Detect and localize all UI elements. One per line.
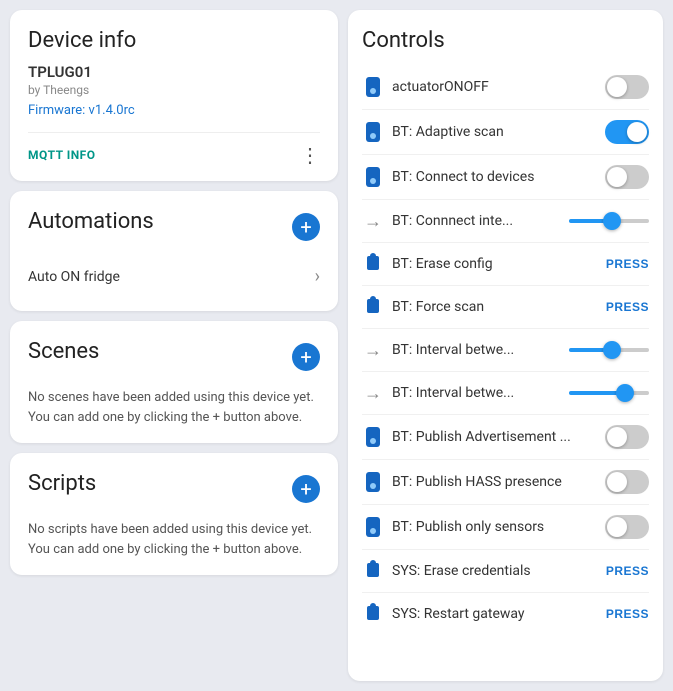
control-row: BT: Adaptive scan [362, 110, 649, 155]
controls-list: actuatorONOFF BT: Adaptive scan BT: Connec… [362, 65, 649, 635]
mobile-icon [366, 427, 380, 447]
touch-icon [364, 252, 382, 276]
automations-header: Automations + [28, 209, 320, 244]
control-row: BT: Force scan PRESS [362, 286, 649, 329]
touch-icon [364, 559, 382, 583]
arrow-icon: → [364, 211, 382, 232]
control-row: BT: Publish Advertisement ... [362, 415, 649, 460]
add-script-button[interactable]: + [292, 475, 320, 503]
control-row: BT: Connect to devices [362, 155, 649, 200]
scenes-title: Scenes [28, 339, 99, 364]
press-button[interactable]: PRESS [606, 300, 649, 314]
control-label: BT: Interval betwe... [392, 385, 561, 401]
control-row: BT: Publish HASS presence [362, 460, 649, 505]
control-label: SYS: Erase credentials [392, 563, 598, 579]
control-row: → BT: Interval betwe... [362, 329, 649, 372]
mobile-icon [366, 472, 380, 492]
scenes-card: Scenes + No scenes have been added using… [10, 321, 338, 443]
automations-title: Automations [28, 209, 154, 234]
slider-wrap [569, 219, 649, 223]
slider-input[interactable] [569, 219, 649, 223]
mobile-icon [366, 77, 380, 97]
toggle-switch[interactable] [605, 165, 649, 189]
touch-icon [364, 602, 382, 626]
arrow-icon: → [364, 383, 382, 404]
toggle-switch[interactable] [605, 75, 649, 99]
mqtt-info-link[interactable]: MQTT INFO [28, 148, 96, 162]
automations-card: Automations + Auto ON fridge › [10, 191, 338, 311]
control-label: BT: Force scan [392, 299, 598, 315]
toggle-switch[interactable] [605, 120, 649, 144]
control-label: BT: Publish HASS presence [392, 474, 597, 490]
control-row: → BT: Connnect inte... [362, 200, 649, 243]
arrow-icon: → [364, 340, 382, 361]
device-info-card: Device info TPLUG01 by Theengs Firmware:… [10, 10, 338, 181]
control-label: BT: Connect to devices [392, 169, 597, 185]
mobile-icon [366, 122, 380, 142]
automation-label: Auto ON fridge [28, 269, 120, 285]
control-row: BT: Erase config PRESS [362, 243, 649, 286]
slider-wrap [569, 348, 649, 352]
firmware-version: v1.4.0rc [89, 103, 135, 118]
scenes-description: No scenes have been added using this dev… [28, 388, 320, 427]
control-row: BT: Publish only sensors [362, 505, 649, 550]
device-info-footer: MQTT INFO ⋮ [28, 132, 320, 165]
automation-list-item[interactable]: Auto ON fridge › [28, 258, 320, 295]
toggle-switch[interactable] [605, 425, 649, 449]
controls-title: Controls [362, 28, 649, 53]
chevron-right-icon: › [315, 266, 320, 287]
press-button[interactable]: PRESS [606, 564, 649, 578]
more-options-icon[interactable]: ⋮ [300, 145, 320, 165]
slider-input[interactable] [569, 348, 649, 352]
control-label: BT: Interval betwe... [392, 342, 561, 358]
scripts-card: Scripts + No scripts have been added usi… [10, 453, 338, 575]
slider-wrap [569, 391, 649, 395]
firmware-label: Firmware: [28, 103, 89, 118]
control-label: BT: Connnect inte... [392, 213, 561, 229]
device-info-title: Device info [28, 28, 320, 53]
control-label: BT: Adaptive scan [392, 124, 597, 140]
toggle-switch[interactable] [605, 470, 649, 494]
control-row: SYS: Erase credentials PRESS [362, 550, 649, 593]
control-label: BT: Erase config [392, 256, 598, 272]
device-name: TPLUG01 [28, 63, 320, 81]
scripts-header: Scripts + [28, 471, 320, 506]
add-automation-button[interactable]: + [292, 213, 320, 241]
device-by: by Theengs [28, 83, 320, 97]
control-row: actuatorONOFF [362, 65, 649, 110]
control-label: SYS: Restart gateway [392, 606, 598, 622]
firmware-info: Firmware: v1.4.0rc [28, 103, 320, 118]
control-row: → BT: Interval betwe... [362, 372, 649, 415]
control-row: SYS: Restart gateway PRESS [362, 593, 649, 635]
touch-icon [364, 295, 382, 319]
control-label: BT: Publish only sensors [392, 519, 597, 535]
controls-panel: Controls actuatorONOFF BT: Adaptive scan B… [348, 10, 663, 681]
slider-input[interactable] [569, 391, 649, 395]
mobile-icon [366, 517, 380, 537]
control-label: actuatorONOFF [392, 79, 597, 95]
add-scene-button[interactable]: + [292, 343, 320, 371]
scenes-header: Scenes + [28, 339, 320, 374]
toggle-switch[interactable] [605, 515, 649, 539]
scripts-title: Scripts [28, 471, 96, 496]
left-column: Device info TPLUG01 by Theengs Firmware:… [10, 10, 338, 681]
press-button[interactable]: PRESS [606, 257, 649, 271]
control-label: BT: Publish Advertisement ... [392, 429, 597, 445]
press-button[interactable]: PRESS [606, 607, 649, 621]
mobile-icon [366, 167, 380, 187]
scripts-description: No scripts have been added using this de… [28, 520, 320, 559]
